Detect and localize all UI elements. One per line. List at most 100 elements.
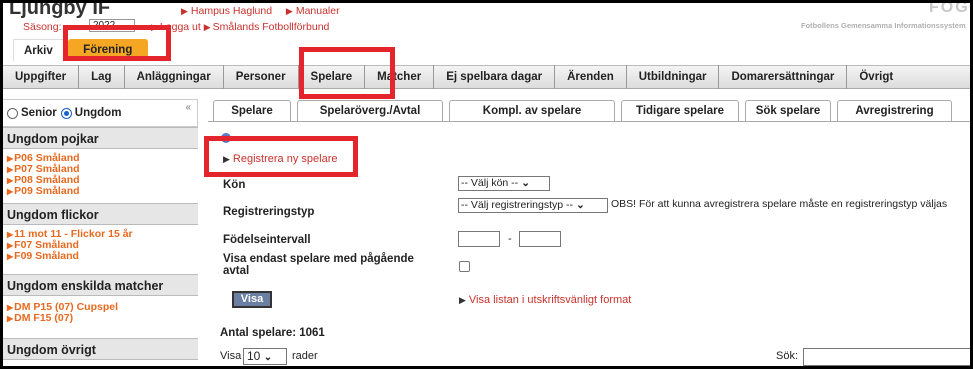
avtal-checkbox[interactable] bbox=[459, 261, 470, 272]
arrow-right-icon: ▶ bbox=[203, 22, 211, 32]
collapse-sidebar-icon[interactable]: « bbox=[185, 102, 191, 113]
arrow-right-icon: ▶ bbox=[151, 22, 158, 32]
nav-anlaggningar[interactable]: Anläggningar bbox=[125, 65, 224, 89]
rows-label: rader bbox=[292, 350, 318, 362]
arrow-right-icon: ▶ bbox=[7, 230, 14, 239]
arrow-right-icon: ▶ bbox=[223, 154, 230, 164]
birth-from-input[interactable] bbox=[458, 231, 500, 247]
arrow-right-icon: ▶ bbox=[7, 154, 14, 163]
chevron-down-icon: ⌄ bbox=[263, 352, 273, 363]
fogis-logo: FOGIS bbox=[929, 0, 970, 16]
radio-senior[interactable] bbox=[7, 107, 18, 119]
chevron-down-icon: ⌄ bbox=[576, 199, 585, 211]
season-select[interactable]: 2022 bbox=[89, 19, 135, 32]
tab-tidigare-spelare[interactable]: Tidigare spelare bbox=[621, 100, 739, 122]
arrow-right-icon: ▶ bbox=[7, 314, 14, 323]
visa-button[interactable]: Visa bbox=[232, 291, 272, 308]
page-frame: Ljungby IF ▶ Hampus Haglund ▶ Manualer Säs… bbox=[0, 0, 973, 369]
show-label: Visa bbox=[220, 350, 242, 362]
page-size-value: 10 bbox=[247, 349, 261, 363]
page-size-select[interactable]: 10 ⌄ bbox=[243, 348, 287, 365]
fogis-subtitle: Fotbollens Gemensamma Informationssystem bbox=[801, 21, 966, 30]
sidebar-item[interactable]: ▶P09 Småland bbox=[7, 186, 198, 197]
age-group-toggle: Senior Ungdom « bbox=[3, 99, 198, 127]
sidebar-item-label: F09 Småland bbox=[14, 250, 79, 262]
tab-kompl-av-spelare[interactable]: Kompl. av spelare bbox=[449, 100, 615, 122]
kon-select-value: -- Välj kön -- bbox=[461, 177, 519, 189]
district-link[interactable]: Smålands Fotbollförbund bbox=[213, 21, 330, 33]
header-sub-links: ▶ Logga ut ▶ Smålands Fotbollförbund bbox=[151, 21, 329, 33]
nav-lag[interactable]: Lag bbox=[79, 65, 125, 89]
arrow-right-icon: ▶ bbox=[7, 303, 14, 312]
register-player-label: Registrera ny spelare bbox=[232, 153, 338, 165]
sidebar-item[interactable]: ▶DM F15 (07) bbox=[7, 313, 198, 324]
fodelse-label: Födelseintervall bbox=[223, 234, 311, 246]
print-list-link[interactable]: ▶ Visa listan i utskriftsvänligt format bbox=[459, 294, 631, 306]
regtyp-select-value: -- Välj registreringstyp -- bbox=[461, 199, 574, 211]
top-tabs: Arkiv Förening bbox=[13, 39, 148, 61]
kon-select[interactable]: -- Välj kön -- ⌄ bbox=[458, 176, 550, 191]
logout-link[interactable]: Logga ut bbox=[160, 21, 201, 33]
range-dash: - bbox=[508, 233, 512, 245]
sidebar: Senior Ungdom « Ungdom pojkar ▶P06 Småla… bbox=[3, 99, 198, 366]
nav-domarersattningar[interactable]: Domarersättningar bbox=[719, 65, 848, 89]
tab-forening[interactable]: Förening bbox=[67, 39, 148, 61]
nav-uppgifter[interactable]: Uppgifter bbox=[3, 65, 80, 89]
header-links: ▶ Hampus Haglund ▶ Manualer bbox=[181, 5, 340, 17]
nav-arenden[interactable]: Ärenden bbox=[555, 65, 627, 89]
help-icon[interactable] bbox=[221, 133, 231, 143]
sidebar-item[interactable]: ▶F09 Småland bbox=[7, 251, 198, 262]
main-nav: Uppgifter Lag Anläggningar Personer Spel… bbox=[3, 65, 970, 89]
kon-label: Kön bbox=[223, 179, 246, 191]
search-input[interactable] bbox=[803, 348, 970, 366]
radio-senior-label: Senior bbox=[21, 107, 57, 119]
radio-ungdom[interactable] bbox=[60, 107, 72, 119]
arrow-right-icon: ▶ bbox=[7, 187, 14, 196]
nav-ovrigt[interactable]: Övrigt bbox=[847, 65, 905, 89]
season-label: Säsong: bbox=[23, 21, 62, 33]
content-tabs: Spelare Spelaröverg./Avtal Kompl. av spe… bbox=[213, 100, 958, 122]
arrow-right-icon: ▶ bbox=[7, 165, 14, 174]
regtyp-note: OBS! För att kunna avregistrera spelare … bbox=[611, 198, 948, 210]
tab-spelare[interactable]: Spelare bbox=[213, 100, 291, 122]
sidebar-section-title: Ungdom enskilda matcher bbox=[3, 274, 198, 296]
arrow-right-icon: ▶ bbox=[7, 176, 14, 185]
birth-to-input[interactable] bbox=[519, 231, 561, 247]
avtal-label: Visa endast spelare med pågående avtal bbox=[223, 253, 414, 277]
player-count: Antal spelare: 1061 bbox=[220, 327, 325, 339]
sidebar-list: ▶DM P15 (07) Cupspel ▶DM F15 (07) bbox=[3, 296, 198, 330]
nav-utbildningar[interactable]: Utbildningar bbox=[627, 65, 720, 89]
nav-ej-spelbara-dagar[interactable]: Ej spelbara dagar bbox=[434, 65, 556, 89]
tabs-divider bbox=[208, 121, 970, 122]
chevron-down-icon: ⌄ bbox=[521, 177, 530, 189]
arrow-right-icon: ▶ bbox=[285, 6, 293, 16]
sidebar-list: ▶P06 Småland ▶P07 Småland ▶P08 Småland ▶… bbox=[3, 149, 198, 203]
tab-avregistrering[interactable]: Avregistrering bbox=[837, 100, 952, 122]
club-name: Ljungby IF bbox=[9, 0, 111, 19]
user-link[interactable]: Hampus Haglund bbox=[191, 5, 272, 17]
sidebar-section-title: Ungdom flickor bbox=[3, 203, 198, 225]
header: Ljungby IF ▶ Hampus Haglund ▶ Manualer Säs… bbox=[3, 3, 970, 67]
tab-spelaroverg-avtal[interactable]: Spelaröverg./Avtal bbox=[297, 100, 443, 122]
sidebar-list: ▶11 mot 11 - Flickor 15 år ▶F07 Småland … bbox=[3, 225, 198, 268]
regtyp-select[interactable]: -- Välj registreringstyp -- ⌄ bbox=[458, 198, 608, 213]
sidebar-item-label: P09 Småland bbox=[14, 185, 80, 197]
nav-matcher[interactable]: Matcher bbox=[365, 65, 435, 89]
tab-arkiv[interactable]: Arkiv bbox=[13, 39, 64, 61]
tab-sok-spelare[interactable]: Sök spelare bbox=[745, 100, 831, 122]
register-player-link[interactable]: ▶ Registrera ny spelare bbox=[223, 153, 337, 165]
sidebar-section-title: Ungdom pojkar bbox=[3, 127, 198, 149]
arrow-right-icon: ▶ bbox=[7, 241, 14, 250]
regtyp-label: Registreringstyp bbox=[223, 206, 315, 218]
sidebar-section-title: Ungdom övrigt bbox=[3, 338, 198, 360]
arrow-right-icon: ▶ bbox=[459, 295, 466, 305]
radio-ungdom-label: Ungdom bbox=[74, 107, 122, 119]
sidebar-item-label: DM F15 (07) bbox=[14, 312, 74, 324]
nav-personer[interactable]: Personer bbox=[224, 65, 299, 89]
nav-spelare[interactable]: Spelare bbox=[299, 65, 366, 89]
manual-link[interactable]: Manualer bbox=[296, 5, 340, 17]
arrow-right-icon: ▶ bbox=[7, 252, 14, 261]
search-label: Sök: bbox=[776, 350, 799, 362]
arrow-right-icon: ▶ bbox=[181, 6, 188, 16]
print-list-label: Visa listan i utskriftsvänligt format bbox=[468, 294, 632, 306]
